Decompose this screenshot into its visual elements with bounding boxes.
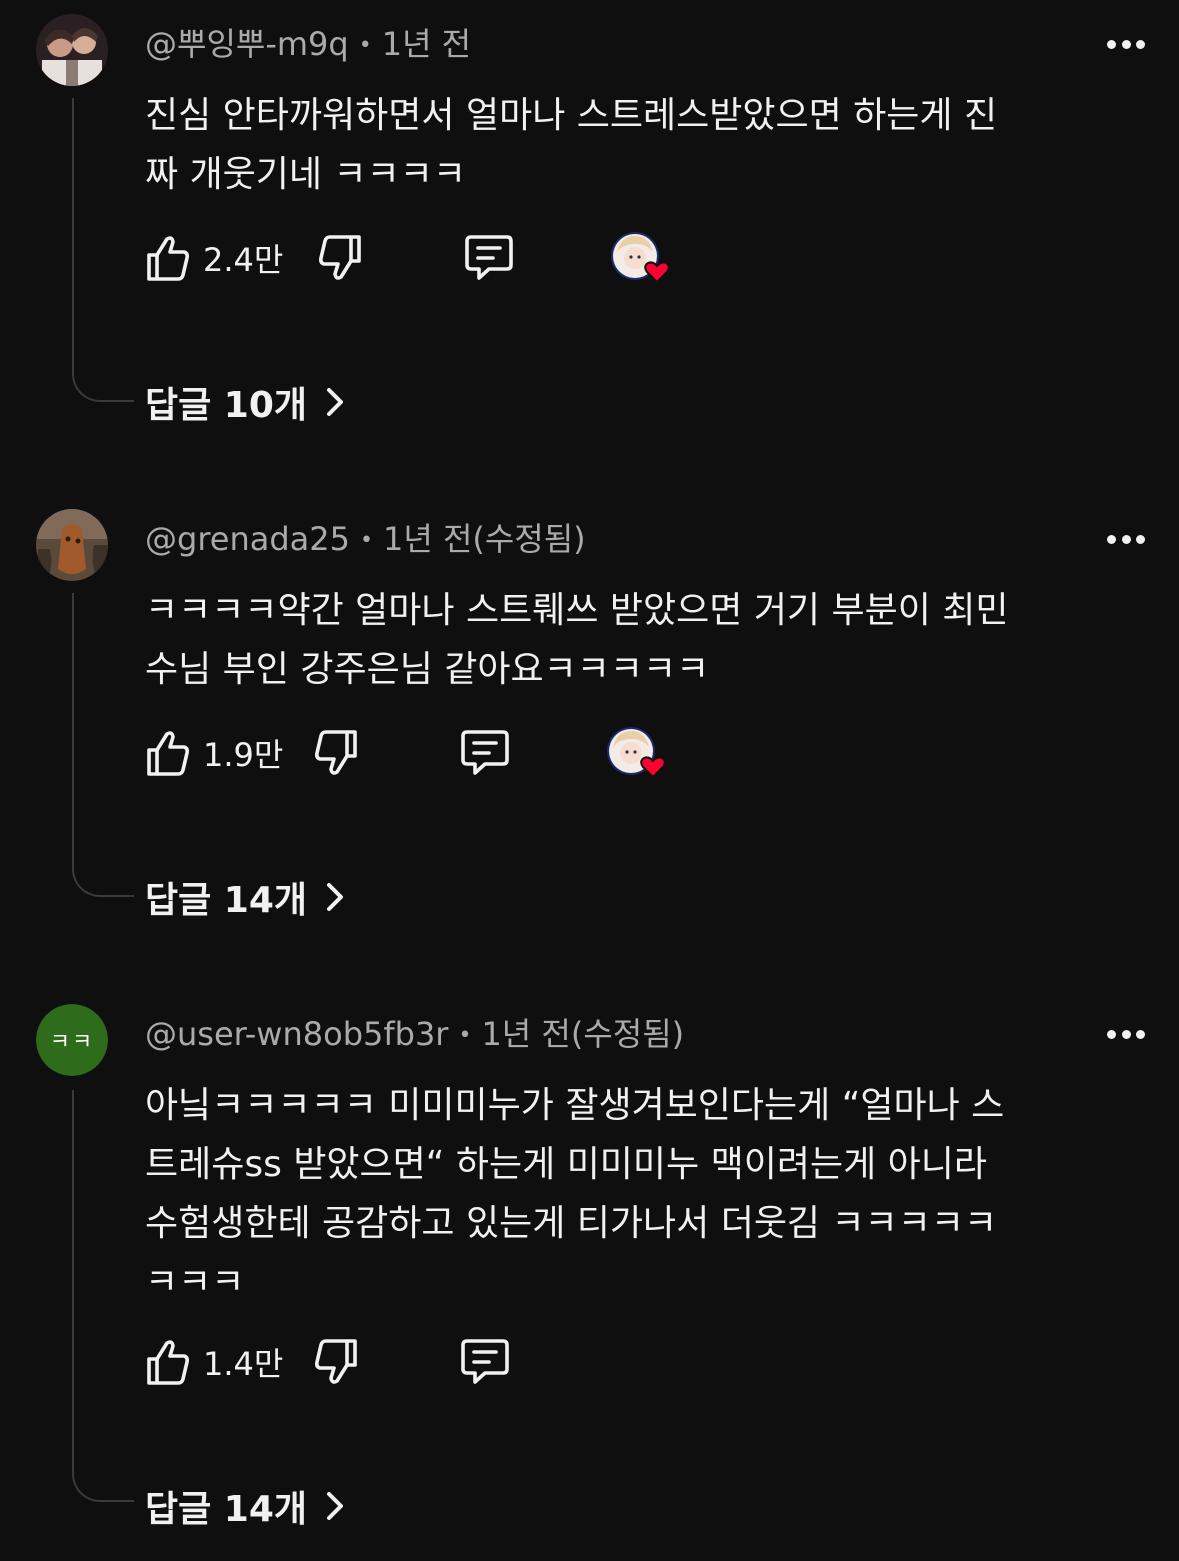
comment-text: ㅋㅋㅋㅋ약간 얼마나 스트뤠쓰 받았으면 거기 부분이 최민 수님 부인 강주은…: [145, 581, 1095, 699]
more-dot: [1136, 1029, 1145, 1039]
more-options-button[interactable]: [1107, 529, 1145, 549]
like-button[interactable]: 2.4만: [145, 228, 283, 288]
view-replies-button[interactable]: 답글 14개: [145, 871, 345, 923]
comment-meta: @grenada25 • 1년 전(수정됨): [145, 517, 586, 566]
thumbs-up-icon: [147, 731, 189, 776]
avatar[interactable]: [36, 14, 108, 86]
comment-meta: @user-wn8ob5fb3r • 1년 전(수정됨): [145, 1012, 684, 1061]
comment-item: @뿌잉뿌-m9q • 1년 전 진심 안타까워하면서 얼마나 스트레스받았으면 하는…: [0, 14, 1179, 434]
comment-text-line: 수님 부인 강주은님 같아요ㅋㅋㅋㅋㅋ: [145, 649, 710, 690]
comment-text-line: ㅋㅋㅋ: [145, 1262, 245, 1303]
separator-dot: •: [458, 1023, 472, 1048]
comment-actions: 1.4만: [145, 1332, 745, 1392]
avatar-initials: ㅋㅋ: [36, 1004, 108, 1076]
comment-text-line: 트레슈ss 받았으면“ 하는게 미미미누 맥이려는게 아니라: [145, 1144, 988, 1185]
avatar[interactable]: [36, 509, 108, 581]
comment-icon: [465, 235, 513, 280]
more-vertical-icon: [1107, 39, 1116, 49]
author-handle[interactable]: @grenada25: [145, 520, 350, 558]
author-handle[interactable]: @user-wn8ob5fb3r: [145, 1015, 448, 1053]
creator-heart: [607, 727, 666, 779]
comment-text: 진심 안타까워하면서 얼마나 스트레스받았으면 하는게 진 짜 개웃기네 ㅋㅋㅋ…: [145, 86, 1095, 204]
comment-item: ㅋㅋ @user-wn8ob5fb3r • 1년 전(수정됨) 아닠ㅋㅋㅋㅋㅋ 미미…: [0, 1004, 1179, 1544]
like-button[interactable]: 1.9만: [145, 723, 283, 783]
separator-dot: •: [358, 33, 372, 58]
more-dot: [1121, 534, 1131, 544]
like-count: 1.9만: [203, 736, 284, 774]
view-replies-button[interactable]: 답글 10개: [145, 376, 345, 428]
comment-text-line: ㅋㅋㅋㅋ약간 얼마나 스트뤠쓰 받았으면 거기 부분이 최민: [145, 590, 1009, 631]
comment-time: 1년 전: [381, 25, 472, 63]
comment-text-line: 짜 개웃기네 ㅋㅋㅋㅋ: [145, 154, 466, 195]
like-count: 2.4만: [203, 241, 284, 279]
thread-line: [72, 1090, 134, 1502]
comment-text-line: 수험생한테 공감하고 있는게 티가나서 더웃김 ㅋㅋㅋㅋㅋ: [145, 1203, 998, 1244]
more-dot: [1121, 39, 1131, 49]
replies-label: 답글 10개: [145, 385, 307, 426]
reply-button[interactable]: [459, 723, 511, 783]
more-vertical-icon: [1107, 1029, 1116, 1039]
comment-icon: [461, 730, 509, 775]
avatar[interactable]: ㅋㅋ: [36, 1004, 108, 1076]
chevron-right-icon: [327, 388, 343, 416]
more-dot: [1136, 39, 1145, 49]
more-options-button[interactable]: [1107, 1024, 1145, 1044]
comment-icon: [461, 1339, 509, 1384]
comment-item: @grenada25 • 1년 전(수정됨) ㅋㅋㅋㅋ약간 얼마나 스트뤠쓰 받았으…: [0, 509, 1179, 929]
thread-line: [72, 593, 134, 897]
thumbs-up-icon: [147, 236, 189, 281]
chevron-right-icon: [327, 883, 343, 911]
comment-time: 1년 전(수정됨): [382, 520, 586, 558]
comment-meta: @뿌잉뿌-m9q • 1년 전: [145, 22, 471, 71]
chevron-right-icon: [327, 1492, 343, 1520]
like-button[interactable]: 1.4만: [145, 1332, 283, 1392]
thread-line: [72, 98, 134, 402]
thumbs-up-icon: [147, 1340, 189, 1385]
thumbs-down-icon: [315, 730, 357, 775]
more-vertical-icon: [1107, 534, 1116, 544]
creator-heart-icon: [640, 756, 666, 779]
comment-time: 1년 전(수정됨): [481, 1015, 685, 1053]
reply-button[interactable]: [463, 228, 515, 288]
reply-button[interactable]: [459, 1332, 511, 1392]
comment-text-line: 아닠ㅋㅋㅋㅋㅋ 미미미누가 잘생겨보인다는게 “얼마나 스: [145, 1085, 1005, 1126]
dislike-button[interactable]: [313, 1332, 359, 1392]
view-replies-button[interactable]: 답글 14개: [145, 1480, 345, 1532]
thumbs-down-icon: [315, 1339, 357, 1384]
dislike-button[interactable]: [317, 228, 363, 288]
replies-label: 답글 14개: [145, 1489, 307, 1530]
comment-actions: 1.9만: [145, 723, 745, 783]
more-dot: [1136, 534, 1145, 544]
comment-text-line: 진심 안타까워하면서 얼마나 스트레스받았으면 하는게 진: [145, 95, 998, 136]
comment-actions: 2.4만: [145, 228, 745, 288]
author-handle[interactable]: @뿌잉뿌-m9q: [145, 25, 349, 63]
creator-heart: [611, 232, 670, 284]
more-options-button[interactable]: [1107, 34, 1145, 54]
like-count: 1.4만: [203, 1345, 284, 1383]
more-dot: [1121, 1029, 1131, 1039]
dislike-button[interactable]: [313, 723, 359, 783]
creator-heart-icon: [644, 261, 670, 284]
replies-label: 답글 14개: [145, 880, 307, 921]
comment-text: 아닠ㅋㅋㅋㅋㅋ 미미미누가 잘생겨보인다는게 “얼마나 스 트레슈ss 받았으면…: [145, 1076, 1095, 1312]
separator-dot: •: [359, 528, 373, 553]
thumbs-down-icon: [319, 235, 361, 280]
